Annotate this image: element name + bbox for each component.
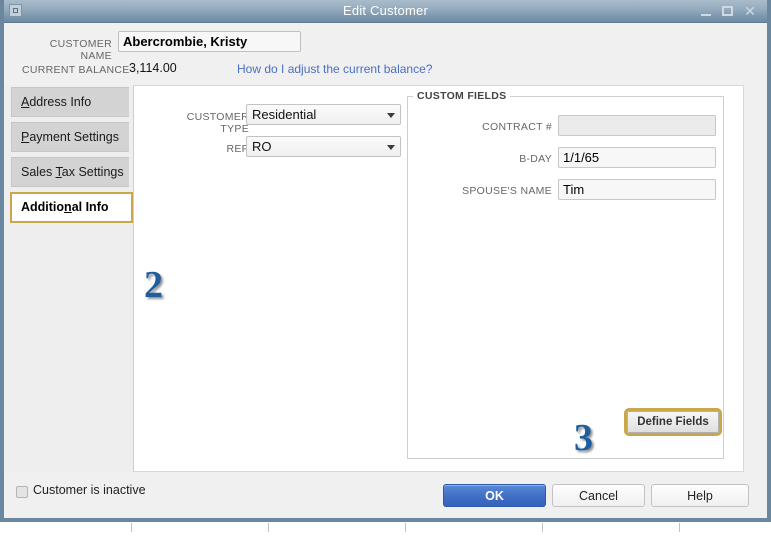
current-balance-label: Current Balance xyxy=(22,64,130,76)
custom-fields-group: Custom Fields Contract # B-Day Spouse's … xyxy=(407,90,724,459)
sidebar-item-sales-tax-settings[interactable]: Sales Tax Settings xyxy=(11,157,129,187)
chevron-down-icon xyxy=(387,145,395,150)
taskbar-tick xyxy=(542,523,543,532)
chevron-down-icon xyxy=(387,113,395,118)
customer-inactive-label: Customer is inactive xyxy=(33,483,146,497)
sidebar-item-payment-settings[interactable]: Payment Settings xyxy=(11,122,129,152)
window-titlebar[interactable]: Edit Customer ✕ xyxy=(4,0,767,23)
maximize-icon[interactable] xyxy=(718,2,736,20)
customer-type-value: Residential xyxy=(252,107,317,122)
spouse-name-label: Spouse's Name xyxy=(462,185,552,197)
customer-type-label: Customer Type xyxy=(186,111,249,135)
minimize-icon[interactable] xyxy=(697,2,715,20)
custom-fields-legend: Custom Fields xyxy=(413,90,511,102)
window-title: Edit Customer xyxy=(343,3,428,18)
dialog-body: Address Info Payment Settings Sales Tax … xyxy=(4,85,767,473)
taskbar-tick xyxy=(268,523,269,532)
dialog-footer: Customer is inactive OK Cancel Help xyxy=(4,473,767,518)
customer-header: Customer Name Current Balance 3,114.00 H… xyxy=(4,23,767,86)
spouse-name-field[interactable] xyxy=(558,179,716,200)
rep-select[interactable]: RO xyxy=(246,136,401,157)
customer-type-select[interactable]: Residential xyxy=(246,104,401,125)
desktop-background: Edit Customer ✕ Customer Name Current Ba… xyxy=(0,0,771,537)
taskbar xyxy=(0,522,771,537)
sidebar-item-additional-info[interactable]: Additional Info xyxy=(10,192,133,223)
b-day-field[interactable] xyxy=(558,147,716,168)
edit-customer-window: Edit Customer ✕ Customer Name Current Ba… xyxy=(0,0,771,522)
customer-name-input[interactable] xyxy=(118,31,301,52)
taskbar-tick xyxy=(405,523,406,532)
customer-inactive-checkbox[interactable] xyxy=(16,486,28,498)
cancel-button[interactable]: Cancel xyxy=(552,484,645,507)
additional-info-panel: Customer Type Residential Rep RO Custom … xyxy=(133,85,744,472)
current-balance-value: 3,114.00 xyxy=(129,61,177,75)
rep-label: Rep xyxy=(226,143,249,155)
define-fields-button[interactable]: Define Fields xyxy=(624,408,722,436)
rep-value: RO xyxy=(252,139,272,154)
ok-button[interactable]: OK xyxy=(443,484,546,507)
help-button[interactable]: Help xyxy=(651,484,749,507)
taskbar-tick xyxy=(679,523,680,532)
sidebar-item-address-info[interactable]: Address Info xyxy=(11,87,129,117)
taskbar-tick xyxy=(131,523,132,532)
sidebar-tabs: Address Info Payment Settings Sales Tax … xyxy=(4,85,133,473)
adjust-balance-link[interactable]: How do I adjust the current balance? xyxy=(237,62,432,76)
contract-number-label: Contract # xyxy=(482,121,552,133)
close-icon[interactable]: ✕ xyxy=(741,2,759,20)
customer-name-label: Customer Name xyxy=(49,38,112,62)
contract-number-field[interactable] xyxy=(558,115,716,136)
b-day-label: B-Day xyxy=(519,153,552,165)
